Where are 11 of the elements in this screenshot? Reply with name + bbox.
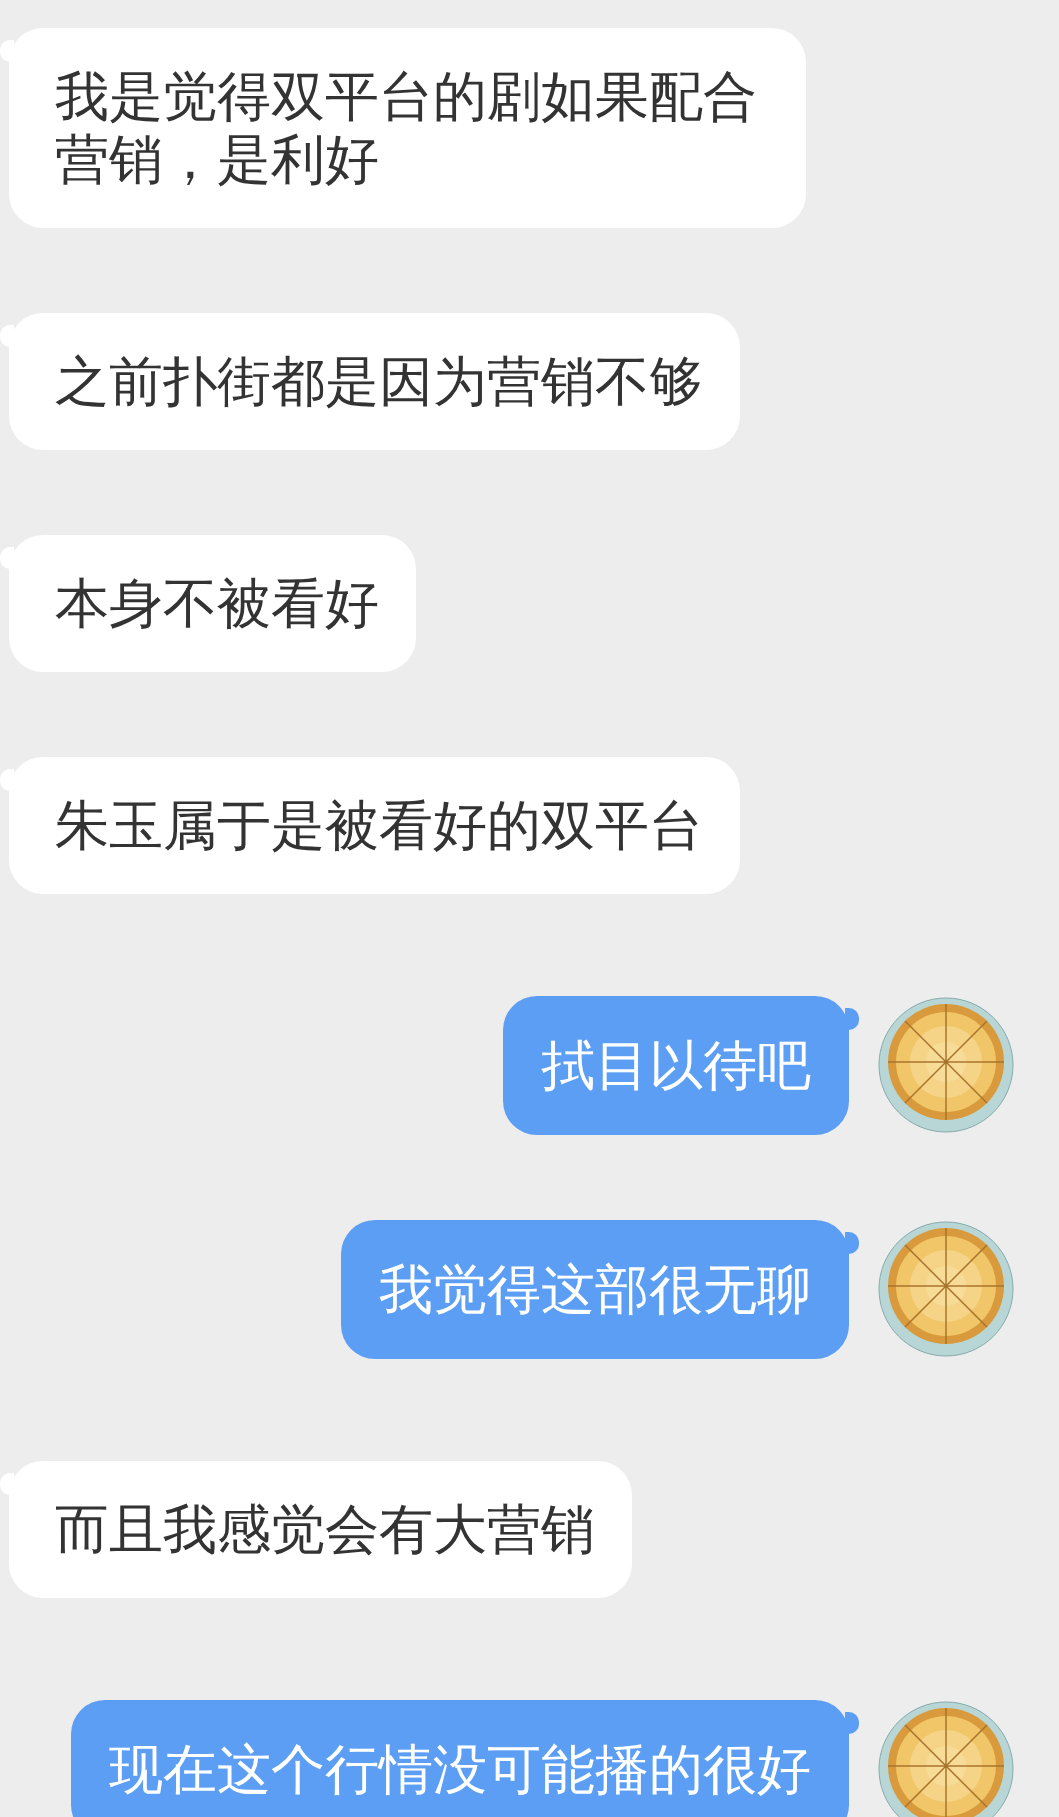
bubble-tail [845, 1232, 859, 1254]
message-bubble: 之前扑街都是因为营销不够 [9, 313, 740, 450]
bubble-tail [845, 1712, 859, 1734]
message-bubble: 现在这个行情没可能播的很好 [71, 1700, 849, 1817]
message-bubble: 拭目以待吧 [503, 996, 849, 1135]
message-bubble: 我觉得这部很无聊 [341, 1220, 849, 1359]
message-bubble: 而且我感觉会有大营销 [9, 1461, 632, 1598]
message-bubble: 本身不被看好 [9, 535, 416, 672]
message-bubble: 我是觉得双平台的剧如果配合营销，是利好 [9, 28, 806, 228]
message-bubble: 朱玉属于是被看好的双平台 [9, 757, 740, 894]
bubble-tail [845, 1008, 859, 1030]
